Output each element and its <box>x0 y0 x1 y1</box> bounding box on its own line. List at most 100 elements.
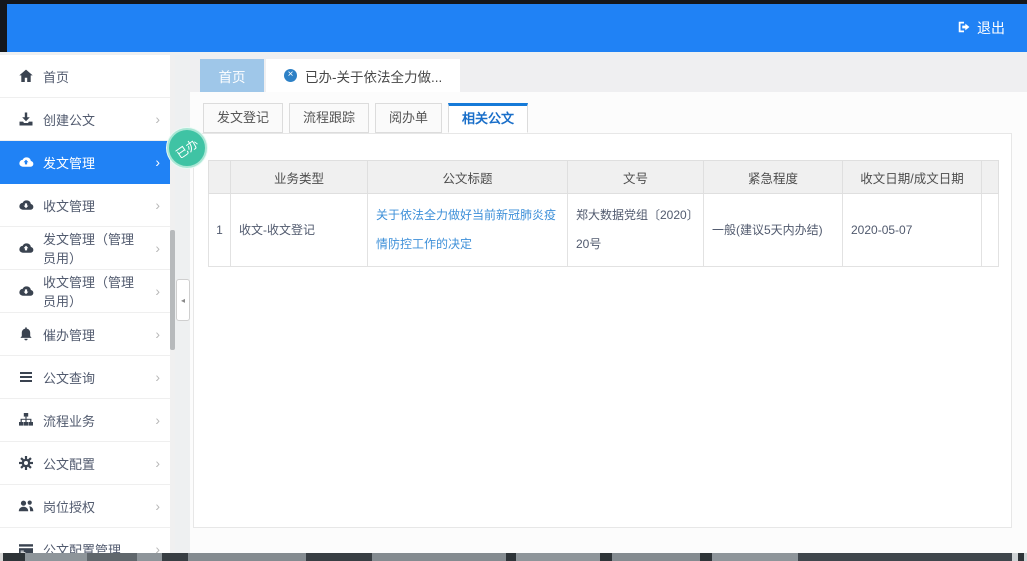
sidebar-item-doc-config-mgmt[interactable]: 公文配置管理 › <box>0 528 170 553</box>
window-strip-segment <box>1018 553 1024 561</box>
window-strip-segment <box>25 553 87 561</box>
window-strip-segment <box>137 553 162 561</box>
collapse-arrow-icon: ◂ <box>180 295 185 305</box>
chevron-right-icon: › <box>155 283 160 299</box>
table-cell: 郑大数据党组〔2020〕20号 <box>567 193 704 267</box>
gear-icon <box>18 455 34 471</box>
table-header-row: 业务类型 公文标题 文号 紧急程度 收文日期/成文日期 <box>208 160 999 194</box>
sidebar-item-dispatch-mgmt-admin[interactable]: 发文管理（管理员用） › <box>0 227 170 270</box>
sidebar-nav: 首页 创建公文 › 发文管理 › 收文管理 › 发文管理（管理员用） › 收文管理（管理员用） › 催… <box>0 55 171 553</box>
users-icon <box>18 498 34 514</box>
sidebar-item-label: 公文配置管理 <box>43 542 122 554</box>
main-tab-label: 已办-关于依法全力做... <box>305 69 443 85</box>
sidebar-item-label: 创建公文 <box>43 112 96 128</box>
related-docs-table: 业务类型 公文标题 文号 紧急程度 收文日期/成文日期 1 收文-收文登记 关于依法全力做好当… <box>208 160 999 267</box>
sidebar-item-post-auth[interactable]: 岗位授权 › <box>0 485 170 528</box>
chevron-right-icon: › <box>155 154 160 170</box>
sidebar-item-label: 岗位授权 <box>43 499 96 515</box>
sidebar-item-receive-mgmt-admin[interactable]: 收文管理（管理员用） › <box>0 270 170 313</box>
table-cell: 收文-收文登记 <box>230 193 368 267</box>
sidebar-item-flow-business[interactable]: 流程业务 › <box>0 399 170 442</box>
window-strip-segment <box>306 553 372 561</box>
window-strip-segment <box>612 553 700 561</box>
window-strip-segment <box>516 553 600 561</box>
window-strip-segment <box>700 553 712 561</box>
table-cell: 一般(建议5天内办结) <box>703 193 843 267</box>
table-header-cell: 收文日期/成文日期 <box>842 160 982 194</box>
top-header: 退出 <box>0 0 1027 52</box>
sub-tab-bar: 发文登记 流程跟踪 阅办单 相关公文 <box>203 103 1027 133</box>
chevron-right-icon: › <box>155 197 160 213</box>
sidebar-item-dispatch-mgmt[interactable]: 发文管理 › <box>0 141 170 184</box>
sidebar-item-label: 首页 <box>43 69 70 85</box>
chevron-right-icon: › <box>155 541 160 553</box>
bell-icon <box>18 326 34 342</box>
table-header-cell <box>208 160 231 194</box>
sidebar-item-label: 收文管理（管理员用） <box>43 275 135 309</box>
main-tab-bar: 首页 × 已办-关于依法全力做... <box>190 55 1027 92</box>
table-header-cell: 文号 <box>567 160 704 194</box>
window-strip-segment <box>600 553 612 561</box>
table-cell: 关于依法全力做好当前新冠肺炎疫情防控工作的决定 <box>367 193 568 267</box>
bottom-window-strip <box>0 553 1027 561</box>
table-header-cell: 公文标题 <box>367 160 568 194</box>
sub-tab-related-docs[interactable]: 相关公文 <box>448 103 529 133</box>
chevron-right-icon: › <box>155 498 160 514</box>
card-icon <box>18 541 34 553</box>
sidebar-item-home[interactable]: 首页 <box>0 55 170 98</box>
table-header-cell <box>981 160 999 194</box>
table-header-cell: 业务类型 <box>230 160 368 194</box>
sidebar-scrollbar[interactable] <box>170 55 175 553</box>
window-strip-segment <box>3 553 25 561</box>
list-icon <box>18 369 34 385</box>
window-strip-segment <box>712 553 798 561</box>
window-strip-segment <box>87 553 137 561</box>
sidebar-item-urge-mgmt[interactable]: 催办管理 › <box>0 313 170 356</box>
top-header-bar: 退出 <box>7 4 1027 52</box>
cloud-download-icon <box>18 283 34 299</box>
sitemap-icon <box>18 412 34 428</box>
main-tab-label: 首页 <box>218 69 246 85</box>
cloud-upload-icon <box>18 240 34 256</box>
table-cell: 2020-05-07 <box>842 193 982 267</box>
home-icon <box>18 68 34 84</box>
close-icon[interactable]: × <box>284 69 297 82</box>
main-content: 首页 × 已办-关于依法全力做... 发文登记 流程跟踪 阅办单 相关公文 业务类型 公文标… <box>190 55 1027 553</box>
table-header-cell: 紧急程度 <box>703 160 843 194</box>
download-icon <box>18 111 34 127</box>
chevron-right-icon: › <box>155 455 160 471</box>
sidebar-item-receive-mgmt[interactable]: 收文管理 › <box>0 184 170 227</box>
sub-tab-read-sheet[interactable]: 阅办单 <box>375 103 443 133</box>
sidebar-item-label: 公文查询 <box>43 370 96 386</box>
sidebar-item-label: 流程业务 <box>43 413 96 429</box>
done-status-badge: 已办 <box>167 128 207 168</box>
table-cell: 1 <box>208 193 231 267</box>
chevron-right-icon: › <box>155 240 160 256</box>
table-row: 1 收文-收文登记 关于依法全力做好当前新冠肺炎疫情防控工作的决定 郑大数据党组〔20… <box>208 193 999 267</box>
sub-tab-dispatch-register[interactable]: 发文登记 <box>203 103 284 133</box>
main-tab-home[interactable]: 首页 <box>200 59 264 92</box>
sidebar-item-doc-config[interactable]: 公文配置 › <box>0 442 170 485</box>
window-strip-segment <box>188 553 306 561</box>
sidebar-item-label: 收文管理 <box>43 198 96 214</box>
done-badge-label: 已办 <box>173 135 202 162</box>
sidebar-item-create-doc[interactable]: 创建公文 › <box>0 98 170 141</box>
logout-label: 退出 <box>977 20 1005 36</box>
chevron-right-icon: › <box>155 326 160 342</box>
app-root: 退出 首页 创建公文 › 发文管理 › 收文管理 › 发文管理（管理员用） › 收文管理（管理员用… <box>0 0 1027 561</box>
sidebar-item-label: 公文配置 <box>43 456 96 472</box>
sidebar-item-label: 发文管理（管理员用） <box>43 232 135 266</box>
sub-tab-flow-track[interactable]: 流程跟踪 <box>289 103 370 133</box>
sidebar-item-doc-query[interactable]: 公文查询 › <box>0 356 170 399</box>
main-tab-done-doc[interactable]: × 已办-关于依法全力做... <box>266 59 461 92</box>
sidebar-collapse-handle[interactable]: ◂ <box>176 279 190 321</box>
sign-out-icon <box>957 20 971 37</box>
doc-title-link[interactable]: 关于依法全力做好当前新冠肺炎疫情防控工作的决定 <box>376 208 556 251</box>
sidebar-item-label: 发文管理 <box>43 155 96 171</box>
related-docs-panel: 业务类型 公文标题 文号 紧急程度 收文日期/成文日期 1 收文-收文登记 关于依法全力做好当… <box>193 133 1012 528</box>
window-strip-segment <box>798 553 1012 561</box>
sidebar-scrollbar-thumb[interactable] <box>170 230 175 350</box>
chevron-right-icon: › <box>155 412 160 428</box>
logout-button[interactable]: 退出 <box>957 18 1005 38</box>
cloud-download-icon <box>18 197 34 213</box>
